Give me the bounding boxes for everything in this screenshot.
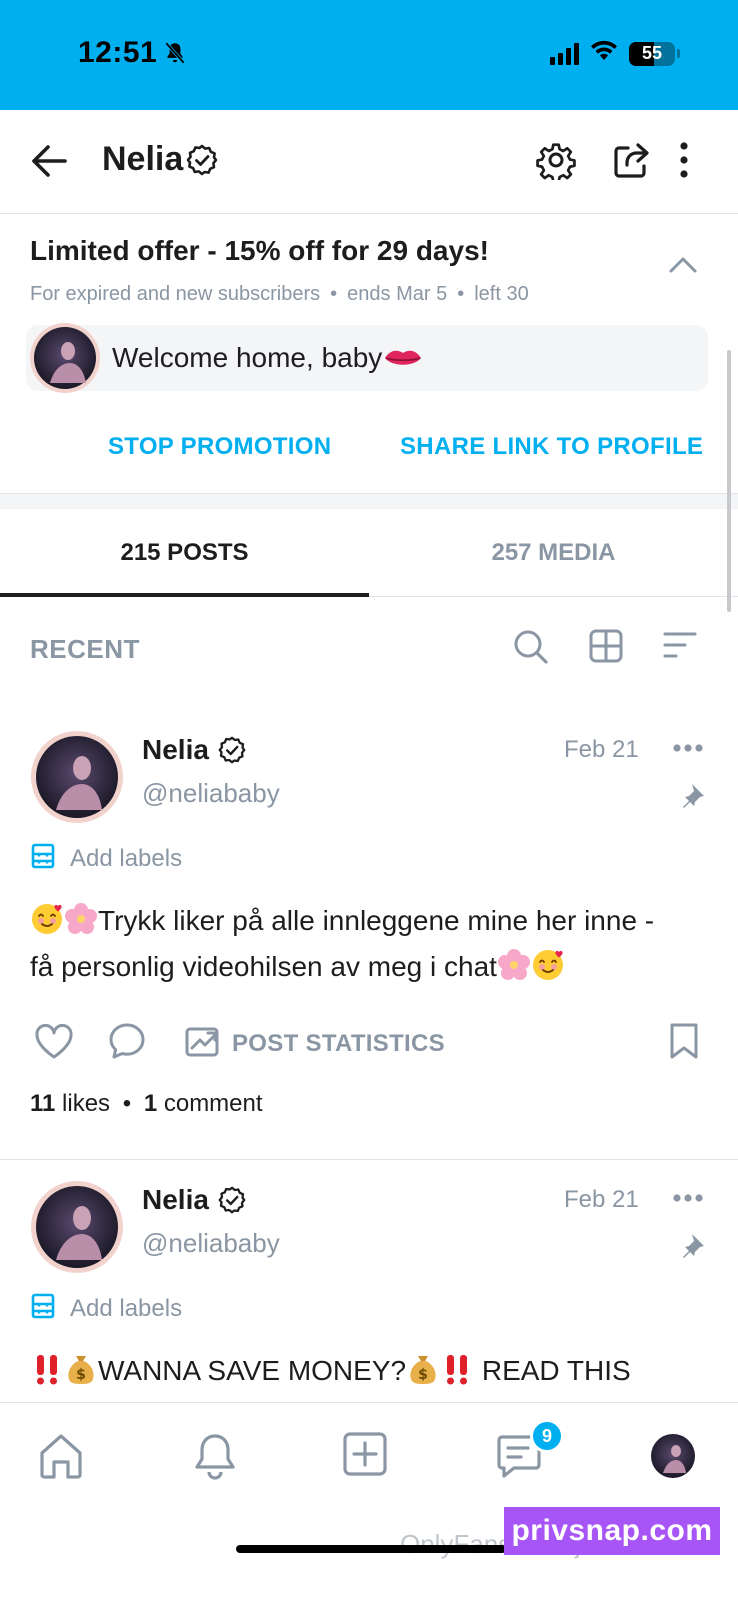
post-text-line-2: få personlig videohilsen av meg i chat <box>30 951 497 982</box>
gear-icon[interactable] <box>536 140 576 185</box>
lips-emoji-icon <box>384 344 422 376</box>
add-labels-label: Add labels <box>70 1294 183 1322</box>
status-bar: 12:51 55 <box>0 0 738 110</box>
home-icon[interactable] <box>36 1431 86 1486</box>
share-icon[interactable] <box>612 140 652 185</box>
pin-icon <box>682 782 706 813</box>
back-arrow-icon[interactable] <box>30 144 68 183</box>
post-text: $ WANNA SAVE MONEY? $ READ THIS <box>30 1348 710 1394</box>
post-author-handle[interactable]: @neliababy <box>142 778 280 809</box>
post-author-name[interactable]: Nelia <box>142 734 209 766</box>
sort-icon[interactable] <box>662 630 698 665</box>
post-text-line-1: Trykk liker på alle innleggene mine her … <box>98 905 655 936</box>
add-labels-button[interactable]: Add labels <box>30 1292 182 1325</box>
post-date: Feb 21 <box>564 736 639 763</box>
avatar <box>28 321 102 400</box>
post-text-tail: READ THIS <box>481 1355 631 1386</box>
active-tab-indicator <box>0 593 369 597</box>
post-author-name[interactable]: Nelia <box>142 1184 209 1216</box>
battery-icon: 55 <box>629 41 675 66</box>
battery-level: 55 <box>641 43 663 63</box>
promo-message-text: Welcome home, baby <box>112 342 422 376</box>
post-statistics-button[interactable]: POST STATISTICS <box>184 1024 445 1063</box>
filter-bar: RECENT <box>0 610 738 686</box>
label-icon <box>30 1292 56 1325</box>
pin-icon <box>682 1232 706 1263</box>
add-labels-button[interactable]: Add labels <box>30 842 182 875</box>
notifications-bell-icon[interactable] <box>190 1431 240 1486</box>
svg-text:$: $ <box>76 1367 86 1383</box>
promo-message-label: Welcome home, baby <box>112 342 383 373</box>
money-bag-icon: $ <box>406 1352 440 1386</box>
likes-count: 11 <box>30 1090 56 1117</box>
verified-icon <box>218 1186 246 1219</box>
promo-ends: ends Mar 5 <box>347 283 448 305</box>
promo-message: Welcome home, baby <box>26 323 708 393</box>
promotion-panel: Limited offer - 15% off for 29 days! For… <box>0 215 738 493</box>
chevron-up-icon[interactable] <box>668 255 698 280</box>
promo-subtitle: For expired and new subscribers • ends Mar… <box>30 283 529 305</box>
cellular-signal-icon <box>550 42 579 65</box>
tab-media[interactable]: 257 MEDIA <box>369 509 738 597</box>
status-time: 12:51 <box>78 36 158 69</box>
home-indicator[interactable] <box>236 1545 506 1553</box>
post-statistics-label: POST STATISTICS <box>232 1029 445 1057</box>
heart-icon[interactable] <box>34 1022 74 1065</box>
wifi-icon <box>589 40 619 67</box>
bottom-navigation: 9 OnlyFans.com/justnelia privsnap.com <box>0 1402 738 1600</box>
money-bag-icon: $ <box>64 1352 98 1386</box>
statistics-icon <box>184 1024 220 1063</box>
content-tabs: 215 POSTS 257 MEDIA <box>0 509 738 597</box>
grid-view-icon[interactable] <box>588 628 624 669</box>
post-card: Nelia @neliababy Feb 21 Add labels $ WANN… <box>0 1170 738 1432</box>
avatar[interactable] <box>30 1180 124 1279</box>
double-exclamation-icon <box>30 1352 64 1386</box>
post-engagement: 11 likes • 1 comment <box>30 1090 263 1117</box>
brand-watermark: privsnap.com <box>504 1507 720 1555</box>
silent-bell-icon <box>162 40 188 71</box>
stop-promotion-button[interactable]: STOP PROMOTION <box>108 433 331 461</box>
app-header: Nelia <box>0 110 738 214</box>
post-text: Trykk liker på alle innleggene mine her … <box>30 898 710 990</box>
page-title: Nelia <box>102 140 184 178</box>
section-divider <box>0 493 738 509</box>
share-link-button[interactable]: SHARE LINK TO PROFILE <box>400 433 703 461</box>
promo-audience: For expired and new subscribers <box>30 283 321 305</box>
double-exclamation-icon <box>440 1352 474 1386</box>
smiling-hearts-emoji-icon <box>531 948 565 982</box>
smiling-hearts-emoji-icon <box>30 902 64 936</box>
likes-label[interactable]: likes <box>62 1090 110 1117</box>
messages-badge: 9 <box>530 1419 564 1453</box>
verified-icon <box>186 144 218 181</box>
svg-text:$: $ <box>418 1367 428 1383</box>
post-date: Feb 21 <box>564 1186 639 1213</box>
post-author-handle[interactable]: @neliababy <box>142 1228 280 1259</box>
post-actions: POST STATISTICS <box>30 1022 710 1070</box>
scrollbar[interactable] <box>727 350 731 612</box>
search-icon[interactable] <box>512 628 550 671</box>
comment-icon[interactable] <box>108 1022 146 1065</box>
post-card: Nelia @neliababy Feb 21 Add labels Trykk… <box>0 720 738 1160</box>
label-icon <box>30 842 56 875</box>
tab-posts[interactable]: 215 POSTS <box>0 509 369 597</box>
more-vertical-icon[interactable] <box>678 140 690 185</box>
blossom-emoji-icon <box>64 902 98 936</box>
promo-left: left 30 <box>474 283 529 305</box>
post-text-headline: WANNA SAVE MONEY? <box>98 1355 407 1386</box>
more-horizontal-icon[interactable] <box>672 740 704 758</box>
status-indicators: 55 <box>550 40 680 67</box>
profile-avatar[interactable] <box>650 1433 696 1484</box>
add-labels-label: Add labels <box>70 844 183 872</box>
verified-icon <box>218 736 246 769</box>
more-horizontal-icon[interactable] <box>672 1190 704 1208</box>
bookmark-icon[interactable] <box>668 1022 700 1065</box>
comments-label[interactable]: comment <box>164 1090 263 1117</box>
blossom-emoji-icon <box>497 948 531 982</box>
comments-count: 1 <box>143 1090 158 1117</box>
add-post-icon[interactable] <box>342 1431 388 1482</box>
promo-title: Limited offer - 15% off for 29 days! <box>30 235 489 266</box>
sort-label[interactable]: RECENT <box>30 634 140 665</box>
avatar[interactable] <box>30 730 124 829</box>
